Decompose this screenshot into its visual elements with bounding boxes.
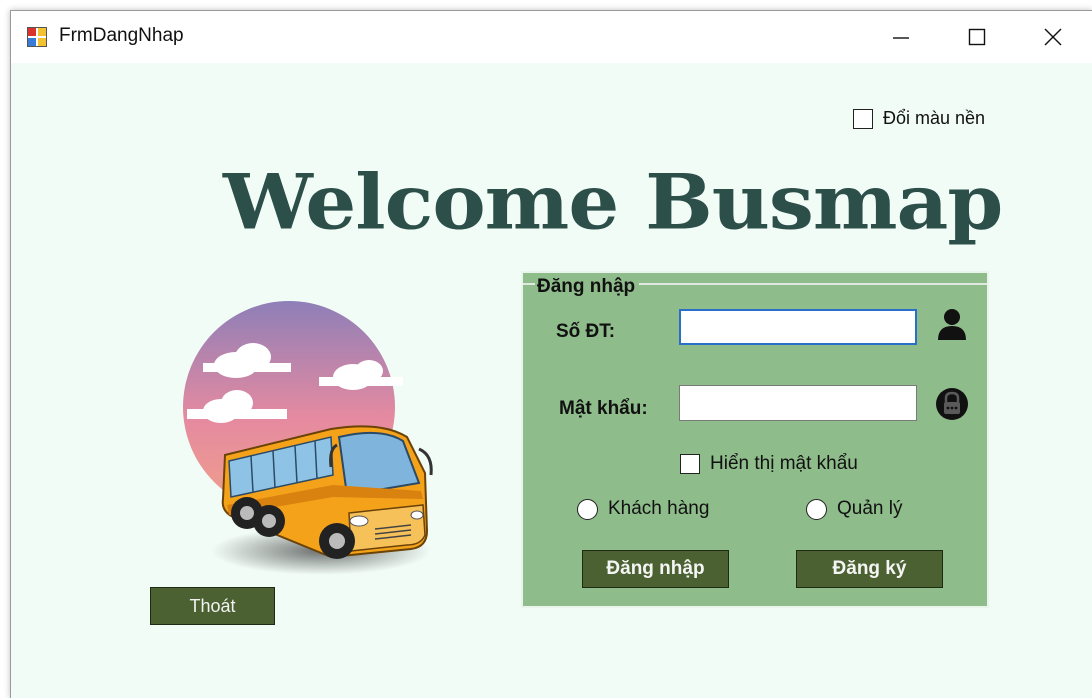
background-color-checkbox[interactable]	[853, 108, 873, 129]
phone-input[interactable]	[679, 309, 917, 345]
background-color-label: Đổi màu nền	[883, 108, 986, 128]
bus-illustration	[183, 301, 433, 575]
role-customer-label: Khách hàng	[608, 498, 710, 519]
login-button[interactable]: Đăng nhập	[582, 550, 729, 588]
maximize-icon	[968, 28, 986, 46]
role-admin-label: Quản lý	[837, 498, 903, 519]
title-bar: FrmDangNhap	[11, 11, 1092, 63]
login-legend: Đăng nhập	[535, 276, 640, 298]
window-title: FrmDangNhap	[59, 25, 184, 46]
background-color-toggle[interactable]: Đổi màu nền	[853, 108, 985, 129]
password-input[interactable]	[679, 385, 917, 421]
minimize-button[interactable]	[863, 11, 939, 63]
role-customer-circle[interactable]	[577, 498, 598, 520]
close-icon	[1044, 28, 1062, 46]
minimize-icon	[893, 37, 909, 39]
role-customer-radio[interactable]: Khách hàng	[577, 498, 709, 520]
password-label: Mật khẩu:	[559, 398, 648, 419]
show-password-label: Hiển thị mật khẩu	[710, 453, 858, 474]
close-button[interactable]	[1015, 11, 1091, 63]
show-password-toggle[interactable]: Hiển thị mật khẩu	[680, 453, 858, 475]
show-password-checkbox[interactable]	[680, 454, 700, 474]
lock-icon	[936, 388, 968, 420]
welcome-heading: Welcome Busmap	[223, 157, 1003, 247]
app-icon	[27, 27, 47, 47]
role-admin-circle[interactable]	[806, 498, 827, 520]
user-icon	[938, 309, 966, 340]
login-groupbox: Đăng nhập Số ĐT: Mật khẩu: Hiển thị mật …	[521, 271, 989, 608]
phone-label: Số ĐT:	[556, 321, 616, 342]
register-button[interactable]: Đăng ký	[796, 550, 943, 588]
exit-button[interactable]: Thoát	[150, 587, 275, 625]
role-admin-radio[interactable]: Quản lý	[806, 498, 902, 520]
maximize-button[interactable]	[939, 11, 1015, 63]
login-window: FrmDangNhap Đổi màu nền Welcome Busmap T…	[10, 10, 1092, 698]
